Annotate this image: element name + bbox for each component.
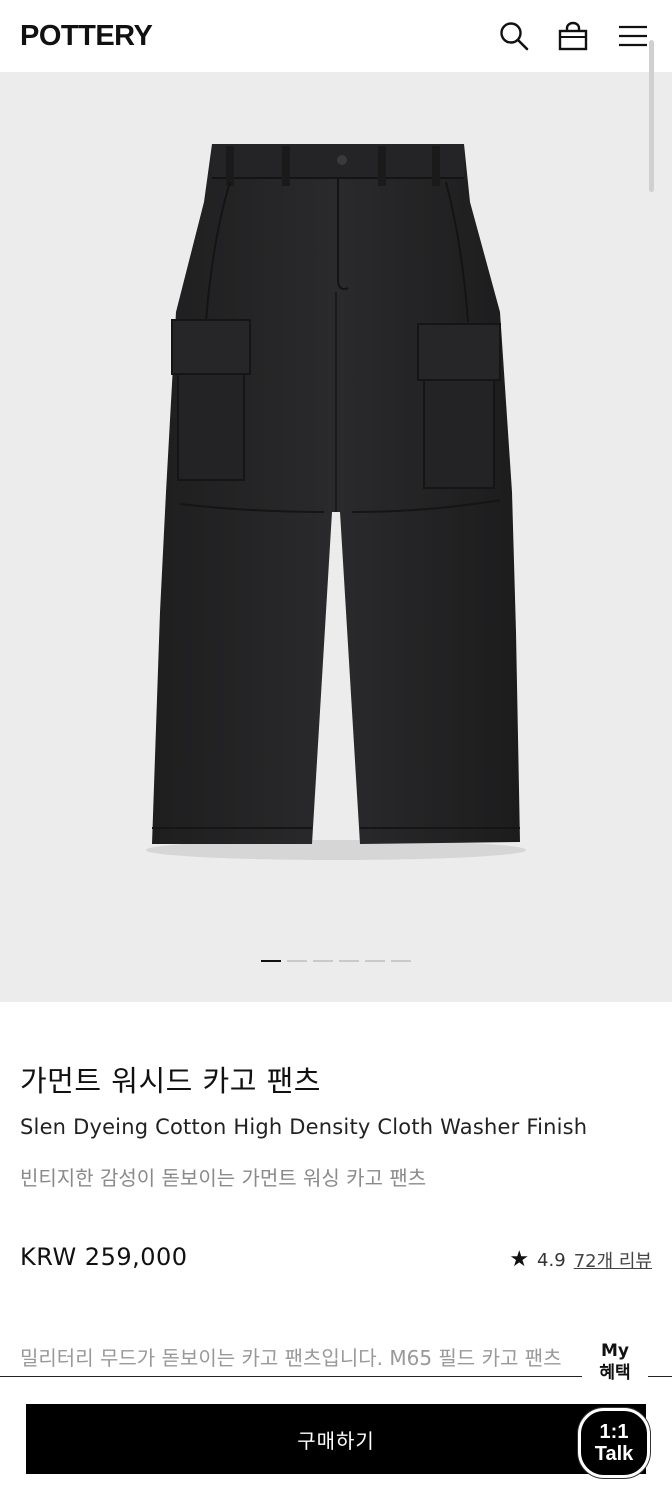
star-icon: ★ — [509, 1247, 530, 1272]
gallery-dot[interactable] — [391, 960, 411, 962]
talk-label: Talk — [594, 1443, 634, 1465]
gallery-pagination — [0, 960, 672, 962]
product-image-gallery[interactable] — [0, 72, 672, 1002]
chat-talk-button[interactable]: 1:1 Talk — [578, 1408, 650, 1478]
product-image — [146, 144, 526, 860]
rating-value: 4.9 — [537, 1249, 566, 1271]
shopping-bag-icon[interactable] — [556, 18, 590, 54]
review-count-link[interactable]: 72개 리뷰 — [574, 1247, 652, 1273]
product-tagline: 빈티지한 감성이 돋보이는 가먼트 워싱 카고 팬츠 — [20, 1166, 427, 1190]
my-benefit-label: 혜택 — [599, 1363, 631, 1383]
gallery-dot[interactable] — [339, 960, 359, 962]
product-subtitle: Slen Dyeing Cotton High Density Cloth Wa… — [20, 1115, 588, 1139]
gallery-dot[interactable] — [313, 960, 333, 962]
buy-button[interactable]: 구매하기 — [26, 1404, 646, 1474]
menu-icon[interactable] — [616, 18, 650, 54]
gallery-dot[interactable] — [365, 960, 385, 962]
product-price: KRW 259,000 — [20, 1243, 188, 1271]
product-title: 가먼트 워시드 카고 팬츠 — [20, 1064, 321, 1098]
gallery-dot[interactable] — [287, 960, 307, 962]
talk-label: 1:1 — [599, 1421, 629, 1443]
gallery-dot[interactable] — [261, 960, 281, 962]
my-benefit-label: My — [601, 1341, 629, 1361]
section-divider — [0, 1376, 672, 1377]
product-rating: ★ 4.9 72개 리뷰 — [509, 1247, 652, 1273]
my-benefit-button[interactable]: My 혜택 — [582, 1340, 648, 1392]
page-scrollbar[interactable] — [649, 40, 654, 192]
site-header: POTTERY — [0, 0, 672, 72]
search-icon[interactable] — [497, 18, 531, 54]
product-summary: 밀리터리 무드가 돋보이는 카고 팬츠입니다. M65 필드 카고 팬츠 — [20, 1346, 562, 1370]
site-logo[interactable]: POTTERY — [20, 20, 153, 53]
